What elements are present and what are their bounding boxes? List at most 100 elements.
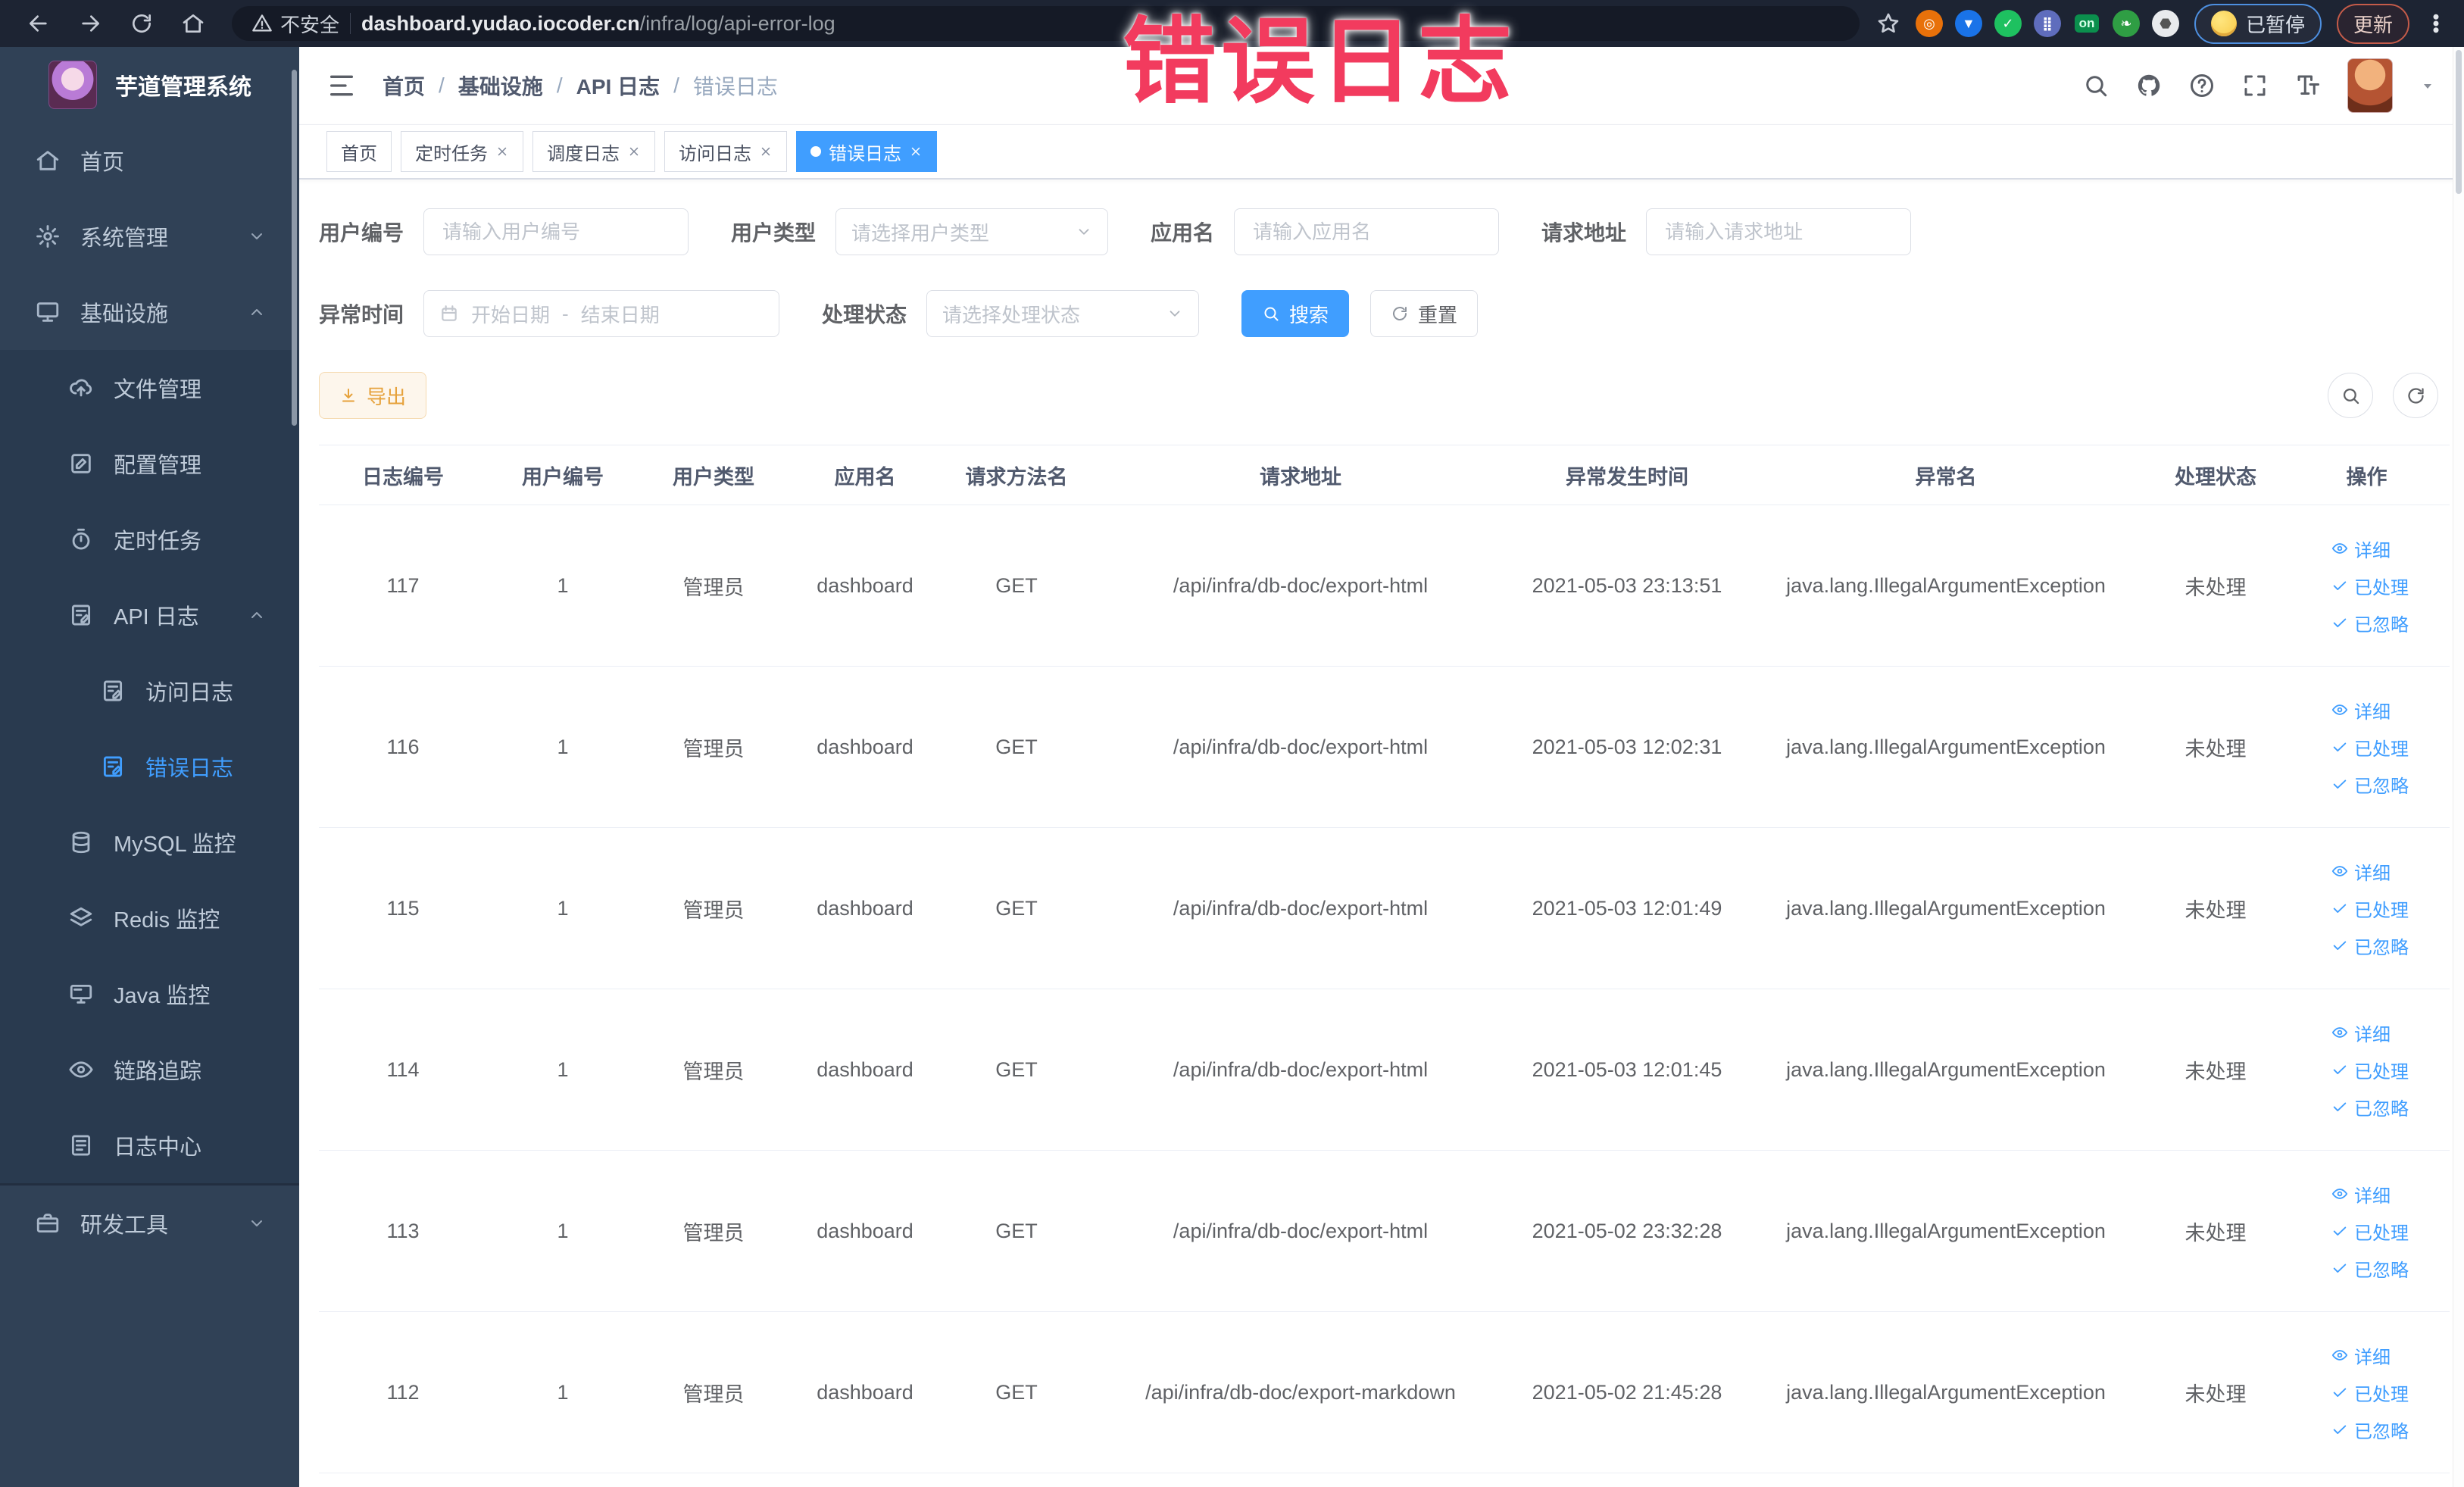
sidebar-item-label: Redis 监控 (114, 908, 220, 932)
update-button[interactable]: 更新 (2336, 3, 2409, 44)
tab-scheduled-tasks[interactable]: 定时任务 (401, 131, 523, 172)
search-button[interactable]: 搜索 (1241, 290, 1350, 337)
action-processed-link[interactable]: 已处理 (2331, 1057, 2409, 1083)
close-icon[interactable] (627, 145, 641, 158)
process-status-select[interactable]: 请选择处理状态 (926, 290, 1200, 337)
browser-home-button[interactable] (171, 5, 215, 42)
sidebar-item-config-mgmt[interactable]: 配置管理 (0, 426, 299, 501)
page-scrollbar[interactable] (2453, 47, 2464, 1487)
tab-error-log[interactable]: 错误日志 (796, 131, 937, 172)
action-detail-link[interactable]: 详细 (2331, 858, 2391, 885)
action-ignored-link[interactable]: 已忽略 (2331, 1417, 2409, 1443)
ext-green-leaf-icon[interactable]: ❧ (2112, 10, 2140, 37)
browser-reload-button[interactable] (120, 5, 164, 42)
breadcrumb-item[interactable]: 基础设施 (458, 70, 543, 101)
avatar-caret-down-icon[interactable] (2419, 77, 2437, 95)
browser-back-button[interactable] (17, 5, 61, 42)
breadcrumb-item[interactable]: 首页 (383, 70, 425, 101)
refresh-table-button[interactable] (2393, 373, 2438, 418)
close-icon[interactable] (909, 145, 923, 158)
ext-blue-shield-icon[interactable]: ▼ (1954, 10, 1982, 37)
bookmark-star-icon[interactable] (1876, 11, 1900, 36)
sidebar-item-label: API 日志 (114, 605, 199, 629)
sidebar-item-label: 系统管理 (80, 226, 169, 251)
request-url-input[interactable] (1663, 219, 1894, 245)
security-label: 不安全 (280, 13, 340, 36)
action-detail-link[interactable]: 详细 (2331, 536, 2391, 562)
table-row: 115 1 管理员 dashboard GET/api/infra/db-doc/exp… (319, 827, 2450, 989)
action-ignored-link[interactable]: 已忽略 (2331, 771, 2409, 798)
paused-badge[interactable]: 已暂停 (2194, 3, 2322, 44)
sidebar-item-home[interactable]: 首页 (0, 123, 299, 198)
cell-method: GET (942, 1311, 1091, 1473)
column-header: 异常发生时间 (1510, 445, 1744, 505)
ext-on-badge-icon[interactable]: on (2073, 10, 2100, 37)
ext-orange-ring-icon[interactable]: ◎ (1915, 10, 1943, 37)
reset-button[interactable]: 重置 (1370, 290, 1479, 337)
action-ignored-link[interactable]: 已忽略 (2331, 610, 2409, 636)
sidebar-item-java-monitor[interactable]: Java 监控 (0, 956, 299, 1032)
user-id-input[interactable] (441, 219, 672, 245)
sidebar-scrollbar[interactable] (292, 70, 297, 426)
browser-forward-button[interactable] (68, 5, 112, 42)
date-range-picker[interactable]: 开始日期 - 结束日期 (423, 290, 780, 337)
action-ignored-link[interactable]: 已忽略 (2331, 1255, 2409, 1282)
action-detail-link[interactable]: 详细 (2331, 697, 2391, 723)
action-processed-link[interactable]: 已处理 (2331, 1218, 2409, 1245)
sidebar-item-infrastructure[interactable]: 基础设施 (0, 274, 299, 350)
action-detail-link[interactable]: 详细 (2331, 1342, 2391, 1369)
ext-green-check-icon[interactable]: ✓ (1994, 10, 2022, 37)
action-label: 详细 (2354, 863, 2391, 884)
app-logo[interactable]: 芋道管理系统 (0, 47, 299, 123)
sidebar-item-access-log[interactable]: 访问日志 (0, 653, 299, 729)
scrollbar-thumb[interactable] (2456, 50, 2462, 194)
search-icon[interactable] (2082, 72, 2110, 99)
ext-puzzle-icon[interactable]: ⬣ (2151, 10, 2179, 37)
sidebar-item-scheduled-tasks[interactable]: 定时任务 (0, 501, 299, 577)
sidebar-item-log-center[interactable]: 日志中心 (0, 1107, 299, 1183)
cell-exception: java.lang.IllegalArgumentException (1744, 505, 2147, 667)
action-detail-link[interactable]: 详细 (2331, 1020, 2391, 1046)
sidebar-menu: 首页系统管理基础设施 文件管理 配置管理 定时任务 API 日志访问日志 错误日志 MySQ… (0, 123, 299, 1261)
sidebar-item-file-mgmt[interactable]: 文件管理 (0, 350, 299, 426)
fullscreen-icon[interactable] (2241, 72, 2269, 99)
address-bar[interactable]: 不安全 dashboard.yudao.iocoder.cn/infra/log… (232, 6, 1860, 41)
sidebar-item-dev-tools[interactable]: 研发工具 (0, 1186, 299, 1261)
sidebar-item-redis-monitor[interactable]: Redis 监控 (0, 880, 299, 956)
action-ignored-link[interactable]: 已忽略 (2331, 1094, 2409, 1120)
action-detail-link[interactable]: 详细 (2331, 1181, 2391, 1207)
export-button[interactable]: 导出 (319, 372, 427, 419)
action-label: 已处理 (2354, 1384, 2409, 1405)
tab-home[interactable]: 首页 (326, 131, 392, 172)
help-icon[interactable] (2188, 72, 2216, 99)
cell-log-id: 113 (319, 1150, 487, 1312)
sidebar-fold-icon[interactable] (326, 70, 357, 101)
toggle-search-button[interactable] (2328, 373, 2373, 418)
font-size-icon[interactable] (2294, 72, 2322, 99)
action-processed-link[interactable]: 已处理 (2331, 734, 2409, 761)
check-icon (2331, 577, 2348, 594)
action-ignored-link[interactable]: 已忽略 (2331, 932, 2409, 959)
cell-actions: 详细 已处理 已忽略 (2284, 666, 2450, 828)
action-processed-link[interactable]: 已处理 (2331, 895, 2409, 922)
sidebar-item-api-log[interactable]: API 日志 (0, 577, 299, 653)
tab-access-log[interactable]: 访问日志 (664, 131, 787, 172)
breadcrumb-item[interactable]: API 日志 (576, 70, 660, 101)
cell-time: 2021-05-02 21:45:28 (1510, 1311, 1744, 1473)
github-icon[interactable] (2135, 72, 2163, 99)
close-icon[interactable] (759, 145, 773, 158)
tab-schedule-log[interactable]: 调度日志 (532, 131, 655, 172)
app-name-input[interactable] (1251, 219, 1482, 245)
ext-blue-grid-icon[interactable]: ⣿ (2033, 10, 2061, 37)
sidebar-item-error-log[interactable]: 错误日志 (0, 729, 299, 804)
sidebar-item-system-mgmt[interactable]: 系统管理 (0, 198, 299, 274)
sidebar-item-trace[interactable]: 链路追踪 (0, 1032, 299, 1107)
user-type-select[interactable]: 请选择用户类型 (835, 208, 1109, 255)
action-processed-link[interactable]: 已处理 (2331, 573, 2409, 599)
user-avatar[interactable] (2347, 58, 2393, 113)
close-icon[interactable] (495, 145, 509, 158)
app-title: 芋道管理系统 (115, 75, 251, 100)
action-processed-link[interactable]: 已处理 (2331, 1379, 2409, 1406)
sidebar-item-mysql-monitor[interactable]: MySQL 监控 (0, 804, 299, 880)
browser-menu-icon[interactable] (2425, 12, 2447, 35)
